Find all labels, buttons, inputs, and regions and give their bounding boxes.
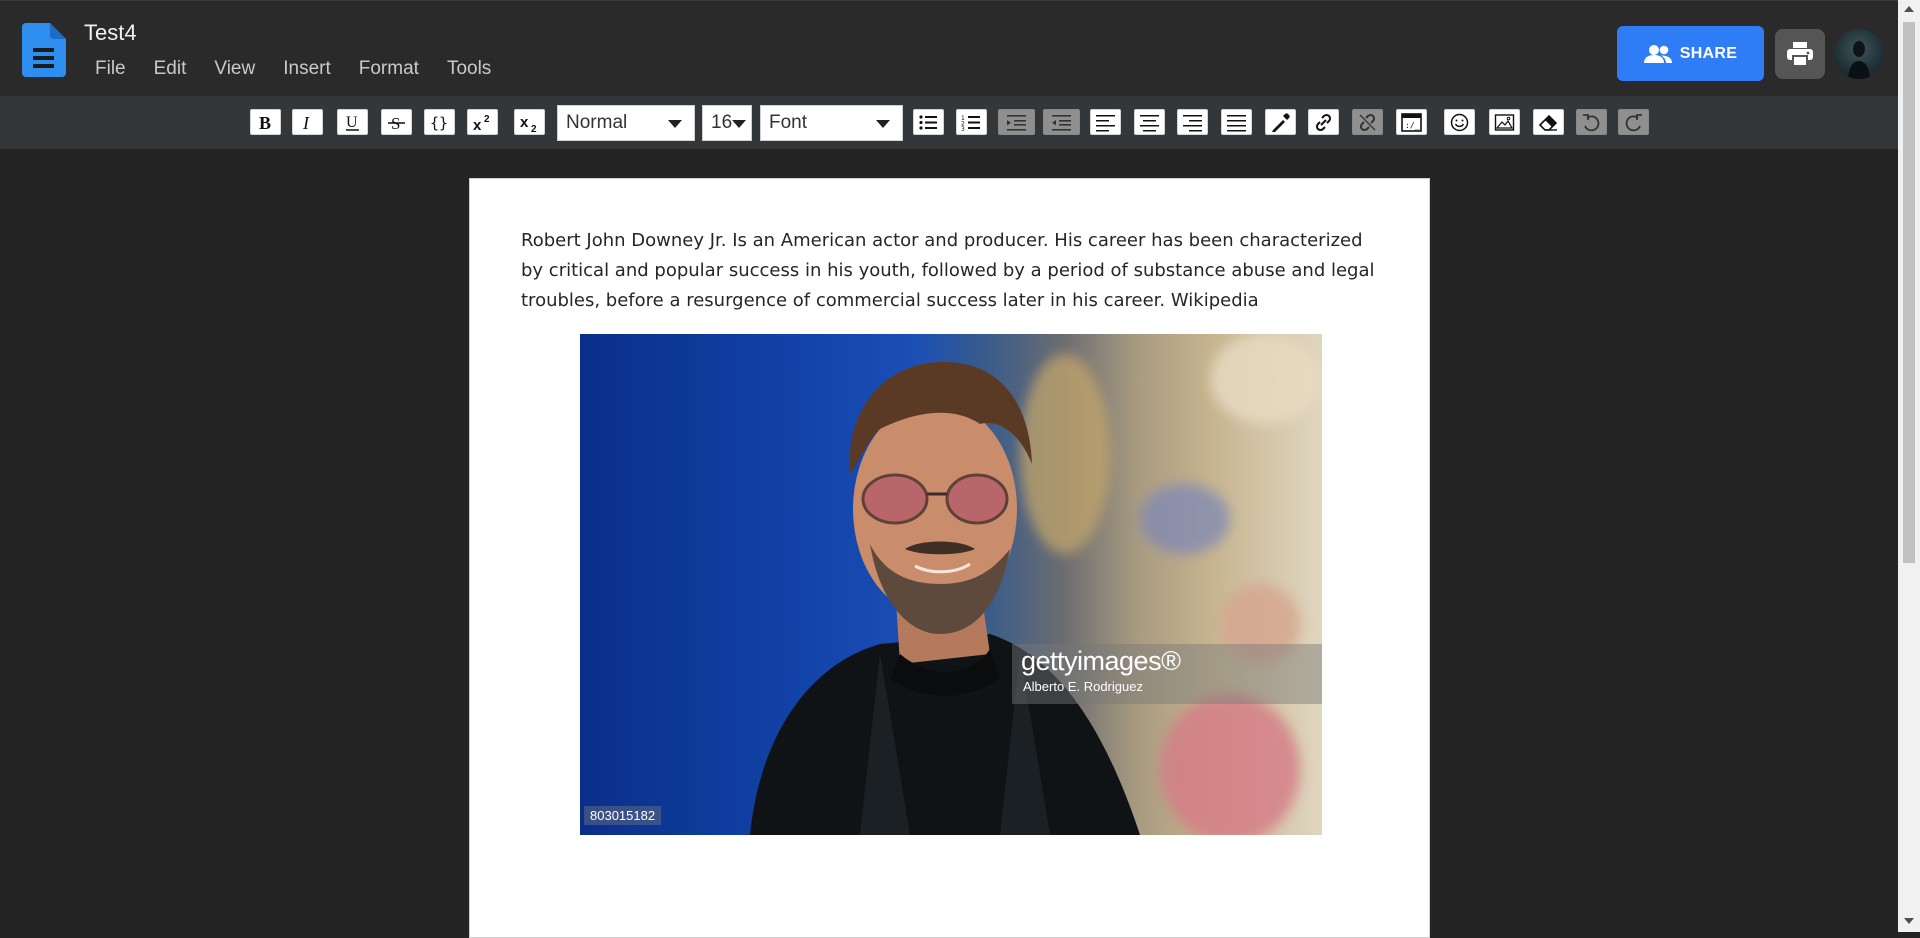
scroll-up-icon[interactable] xyxy=(1904,6,1914,12)
align-justify-button[interactable] xyxy=(1221,109,1252,135)
scroll-down-icon[interactable] xyxy=(1904,918,1914,924)
undo-button[interactable] xyxy=(1576,109,1607,135)
paragraph-style-value: Normal xyxy=(566,112,628,133)
photo-id-label: 803015182 xyxy=(584,806,662,825)
clear-formatting-button[interactable] xyxy=(1533,109,1564,135)
underline-button[interactable]: U xyxy=(337,109,368,135)
svg-text:{}: {} xyxy=(430,114,448,132)
strikethrough-button[interactable]: S xyxy=(381,109,412,135)
embed-button[interactable]: :/_ xyxy=(1396,109,1427,135)
avatar-photo-icon xyxy=(1848,41,1870,79)
svg-text:x: x xyxy=(520,114,529,131)
document-page[interactable]: Robert John Downey Jr. Is an American ac… xyxy=(469,178,1430,938)
svg-text:x: x xyxy=(473,117,482,133)
align-left-icon xyxy=(1096,114,1115,131)
underline-icon: U xyxy=(346,114,359,131)
embedded-photo[interactable]: gettyimages® Alberto E. Rodriguez 803015… xyxy=(580,334,1322,835)
print-button[interactable] xyxy=(1775,29,1825,79)
code-button[interactable]: {} xyxy=(424,109,455,135)
chevron-down-icon xyxy=(668,120,682,128)
menu-insert[interactable]: Insert xyxy=(269,58,345,80)
superscript-button[interactable]: x2 xyxy=(467,109,498,135)
top-bar xyxy=(0,0,1898,97)
svg-text:2: 2 xyxy=(531,124,537,133)
bold-button[interactable]: B xyxy=(250,109,281,135)
outdent-button[interactable] xyxy=(1043,109,1080,135)
menu-format[interactable]: Format xyxy=(345,58,433,80)
unlink-button[interactable] xyxy=(1352,109,1383,135)
bulleted-list-icon xyxy=(919,114,937,130)
menu-file[interactable]: File xyxy=(83,58,140,80)
align-right-icon xyxy=(1183,114,1202,131)
gettyimages-watermark: gettyimages® xyxy=(1021,646,1181,676)
align-right-button[interactable] xyxy=(1177,109,1208,135)
photo-credit: Alberto E. Rodriguez xyxy=(1023,679,1143,694)
superscript-icon: x2 xyxy=(473,114,490,133)
svg-text:2: 2 xyxy=(484,114,490,125)
emoji-button[interactable] xyxy=(1444,109,1475,135)
formatting-toolbar xyxy=(0,96,1898,149)
unlink-icon xyxy=(1359,113,1376,131)
indent-icon xyxy=(1007,114,1026,131)
strikethrough-icon: S xyxy=(388,114,405,133)
align-center-icon xyxy=(1140,114,1159,131)
link-icon xyxy=(1315,113,1332,131)
svg-text:I: I xyxy=(302,113,310,133)
bulleted-list-button[interactable] xyxy=(913,109,944,135)
menu-edit[interactable]: Edit xyxy=(140,58,201,80)
outdent-icon xyxy=(1052,114,1071,131)
chevron-down-icon xyxy=(876,120,890,128)
align-left-button[interactable] xyxy=(1090,109,1121,135)
numbered-list-icon: 123 xyxy=(961,115,980,133)
align-justify-icon xyxy=(1227,114,1246,131)
share-button[interactable]: SHARE xyxy=(1617,26,1764,81)
numbered-list-button[interactable]: 123 xyxy=(956,109,987,135)
redo-button[interactable] xyxy=(1618,109,1649,135)
subscript-button[interactable]: x2 xyxy=(514,109,545,135)
image-icon xyxy=(1494,113,1515,131)
font-family-value: Font xyxy=(769,112,808,133)
chevron-down-icon xyxy=(732,120,746,128)
document-paragraph[interactable]: Robert John Downey Jr. Is an American ac… xyxy=(521,226,1381,316)
portrait-figure xyxy=(750,361,1140,835)
code-braces-icon: {} xyxy=(430,114,448,132)
svg-text:B: B xyxy=(259,113,271,133)
paragraph-style-select[interactable]: Normal xyxy=(557,105,695,141)
embed-icon: :/_ xyxy=(1401,112,1422,132)
italic-icon: I xyxy=(302,113,310,133)
svg-text::/_: :/_ xyxy=(1405,121,1420,130)
subscript-icon: x2 xyxy=(520,114,537,133)
menu-bar: File Edit View Insert Format Tools xyxy=(83,58,505,80)
svg-text:U: U xyxy=(346,114,358,131)
document-title[interactable]: Test4 xyxy=(84,20,137,46)
scrollbar-thumb[interactable] xyxy=(1903,22,1915,563)
emoji-icon xyxy=(1450,113,1469,131)
svg-text:3: 3 xyxy=(961,126,965,133)
eraser-icon xyxy=(1538,114,1558,131)
color-picker-icon xyxy=(1272,112,1290,132)
indent-button[interactable] xyxy=(998,109,1035,135)
font-family-select[interactable]: Font xyxy=(760,105,903,141)
menu-view[interactable]: View xyxy=(200,58,269,80)
align-center-button[interactable] xyxy=(1134,109,1165,135)
people-icon xyxy=(1643,44,1672,63)
menu-tools[interactable]: Tools xyxy=(433,58,505,80)
document-icon[interactable] xyxy=(22,23,66,77)
user-avatar[interactable] xyxy=(1834,29,1884,79)
font-size-value: 16 xyxy=(711,112,733,133)
printer-icon xyxy=(1787,42,1813,66)
insert-link-button[interactable] xyxy=(1308,109,1339,135)
bold-icon: B xyxy=(259,113,271,133)
share-label: SHARE xyxy=(1679,44,1738,62)
redo-icon xyxy=(1625,113,1642,131)
insert-image-button[interactable] xyxy=(1489,109,1520,135)
italic-button[interactable]: I xyxy=(292,109,323,135)
font-size-select[interactable]: 16 xyxy=(702,105,752,141)
text-color-button[interactable] xyxy=(1265,109,1296,135)
undo-icon xyxy=(1583,113,1600,131)
